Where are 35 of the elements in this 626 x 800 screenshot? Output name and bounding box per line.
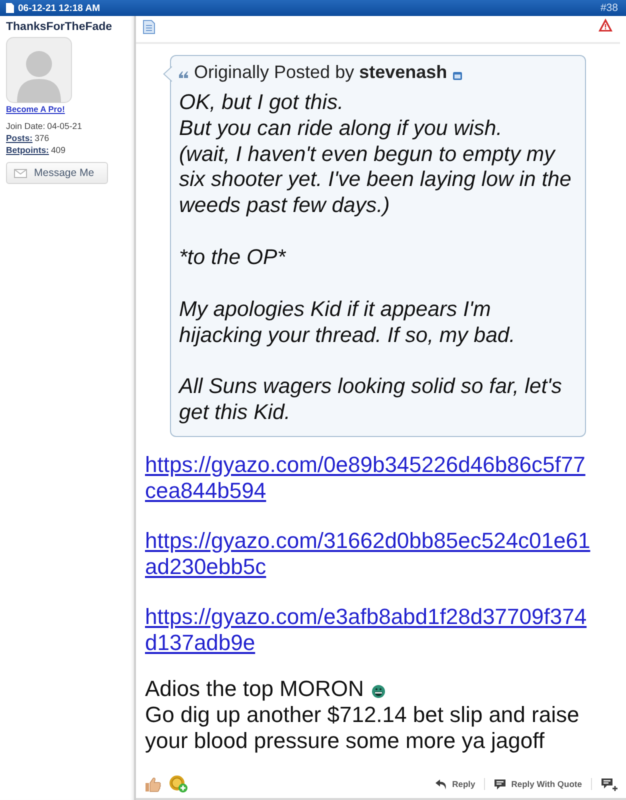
stat-value: 376 bbox=[34, 132, 50, 144]
small-window-icon[interactable] bbox=[453, 72, 462, 80]
warning-icon[interactable] bbox=[598, 18, 613, 32]
stat-value: 409 bbox=[50, 144, 66, 156]
reply-button[interactable]: Reply bbox=[435, 778, 476, 790]
url-link[interactable]: https://gyazo.com/0e89b345226d46b86c5f77cea844b594 bbox=[145, 452, 595, 504]
document-icon bbox=[143, 20, 155, 34]
thumbs-up-icon[interactable] bbox=[145, 776, 161, 792]
stat-label: Join Date: bbox=[6, 120, 46, 132]
username-link[interactable]: ThanksForTheFade bbox=[6, 20, 112, 35]
post-date: 06-12-21 12:18 AM bbox=[18, 2, 100, 14]
reply-with-quote-button[interactable]: Reply With Quote bbox=[494, 778, 582, 790]
speech-bubble-plus-icon[interactable] bbox=[601, 778, 618, 790]
stat-value: 04-05-21 bbox=[47, 120, 82, 132]
quote-paragraph: My apologies Kid if it appears I'm hijacking your thread. If so, my bad. bbox=[179, 296, 516, 348]
message-text: Go dig up another $712.14 bet slip and raise your blood pressure some more ya jagoff bbox=[145, 702, 580, 753]
quote-marks-icon bbox=[179, 71, 188, 78]
stat-label-link[interactable]: Betpoints: bbox=[6, 144, 49, 156]
url-link[interactable]: https://gyazo.com/31662d0bb85ec524c01e61ad230ebb5c bbox=[145, 528, 595, 580]
avatar-placeholder bbox=[6, 37, 72, 103]
quote-attribution: Originally Posted by stevenash bbox=[194, 62, 448, 83]
quote-paragraph: All Suns wagers looking solid so far, let's get this Kid. bbox=[179, 374, 563, 426]
coin-plus-icon[interactable] bbox=[169, 775, 188, 793]
message-me-button[interactable]: Message Me bbox=[6, 162, 108, 184]
quote-paragraph: *to the OP* bbox=[179, 244, 287, 271]
become-pro-link[interactable]: Become A Pro! bbox=[6, 104, 65, 115]
post-number-link[interactable]: #38 bbox=[600, 2, 618, 14]
quote-paragraph: OK, but I got this. But you can ride along if you wish. (wait, I haven't even begun to empty my six shooter yet. I've been laying low in the weeds past few days.) bbox=[179, 90, 572, 219]
reply-arrow-icon bbox=[435, 778, 448, 790]
stat-label-link[interactable]: Posts: bbox=[6, 132, 33, 144]
message-text: Adios the top MORON bbox=[145, 676, 364, 701]
speech-bubble-icon bbox=[494, 778, 506, 790]
envelope-icon bbox=[14, 168, 27, 178]
url-link[interactable]: https://gyazo.com/e3afb8abd1f28d37709f374d137adb9e bbox=[145, 604, 595, 656]
document-icon bbox=[6, 3, 14, 13]
